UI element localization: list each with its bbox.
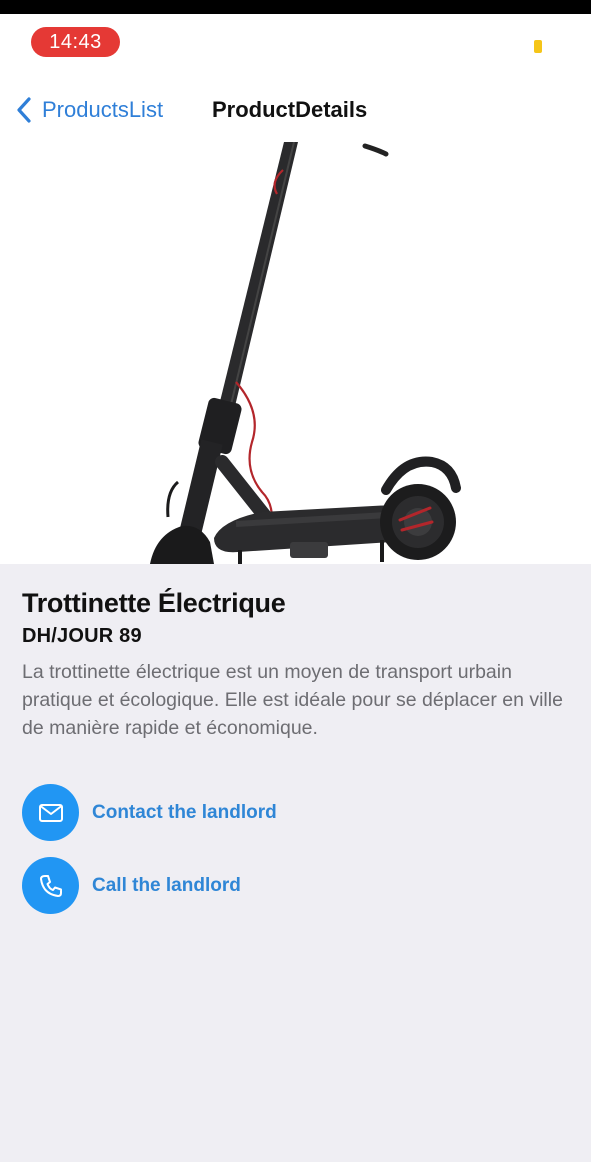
call-landlord-button[interactable]: Call the landlord [22,857,241,914]
mail-icon-circle [22,784,79,841]
back-button-label: ProductsList [42,97,164,122]
chevron-left-icon [17,97,31,123]
product-description: La trottinette électrique est un moyen d… [22,661,563,739]
product-info: Trottinette Électrique DH/JOUR 89 La tro… [22,588,572,742]
status-bar: 14:43 [0,14,591,70]
phone-icon-circle [22,857,79,914]
mail-icon [38,803,63,822]
product-price: DH/JOUR 89 [22,625,142,647]
contact-landlord-button[interactable]: Contact the landlord [22,784,277,841]
call-landlord-label: Call the landlord [92,874,241,896]
time-pill: 14:43 [31,27,120,57]
navigation-bar: ProductsList ProductDetails [0,70,591,142]
phone-icon [39,874,62,897]
product-title: Trottinette Électrique [22,588,286,618]
electric-scooter-illustration [150,142,461,564]
back-button[interactable]: ProductsList [14,94,163,126]
page-title: ProductDetails [212,97,368,122]
contact-landlord-label: Contact the landlord [92,801,277,823]
product-image [0,142,591,564]
battery-indicator [534,40,542,53]
top-black-bar [0,0,591,14]
